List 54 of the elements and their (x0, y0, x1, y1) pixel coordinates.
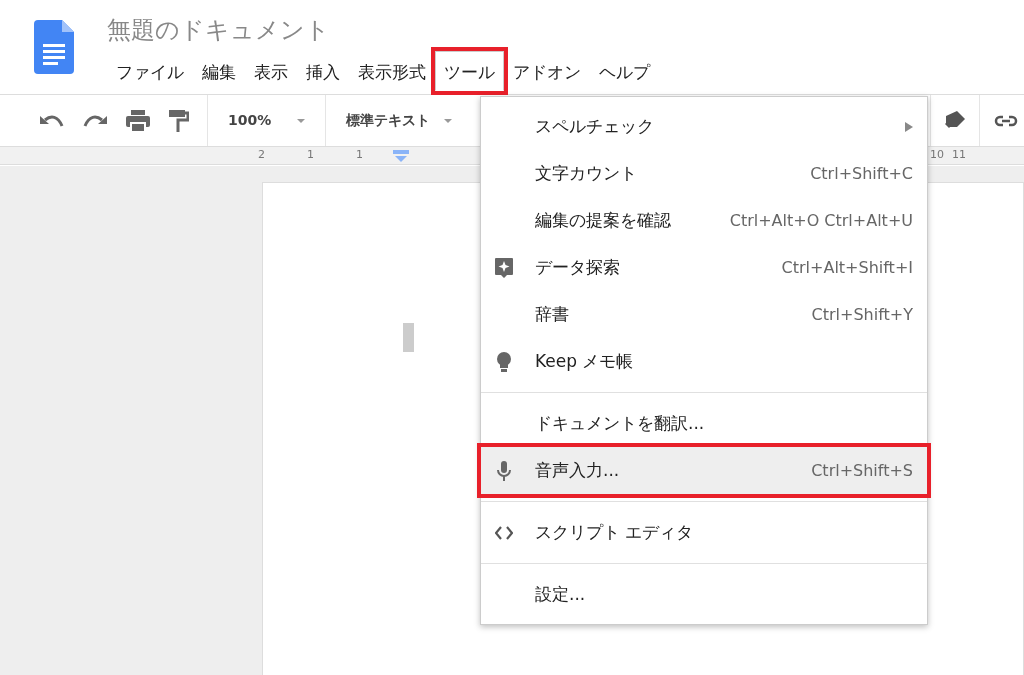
redo-icon[interactable] (83, 113, 107, 128)
menu-item[interactable]: Keep メモ帳 (481, 338, 927, 385)
menu-item-label: Keep メモ帳 (535, 349, 635, 373)
menu-item[interactable]: 文字カウント Ctrl+Shift+C (481, 150, 927, 197)
ruler-number: 10 (930, 147, 944, 164)
menu-item-label: 辞書 (535, 302, 570, 326)
ruler-number: 11 (952, 147, 966, 164)
text-cursor (403, 323, 414, 352)
menu-item-label: 音声入力... (535, 458, 621, 482)
menu-item[interactable]: ドキュメントを翻訳... (481, 400, 927, 447)
menu-tab[interactable]: 表示形式 (349, 51, 435, 91)
menu-item-label: 設定... (535, 582, 587, 606)
keyboard-shortcut: Ctrl+Shift+C (810, 162, 913, 185)
menu-item-label: スクリプト エディタ (535, 520, 695, 544)
menu-item[interactable]: 辞書 Ctrl+Shift+Y (481, 291, 927, 338)
menu-tab[interactable]: 編集 (193, 51, 245, 91)
paint-roller-icon[interactable] (169, 109, 189, 132)
menu-tab[interactable]: 挿入 (297, 51, 349, 91)
menu-item[interactable]: データ探索 Ctrl+Alt+Shift+I (481, 244, 927, 291)
link-icon[interactable] (994, 114, 1018, 127)
menu-item[interactable]: スペルチェック (481, 103, 927, 150)
menu-item-label: 文字カウント (535, 161, 638, 185)
menu-tab[interactable]: ファイル (107, 51, 193, 91)
microphone-icon (495, 460, 513, 481)
menu-item-label: データ探索 (535, 255, 621, 279)
ruler-number: 1 (356, 147, 363, 164)
menu-item-label: スペルチェック (535, 114, 655, 138)
paragraph-style-dropdown[interactable]: 標準テキスト (346, 110, 431, 131)
keyboard-shortcut: Ctrl+Alt+O Ctrl+Alt+U (729, 209, 913, 232)
document-title[interactable]: 無題のドキュメント (107, 12, 659, 48)
explore-icon (495, 257, 513, 278)
menu-tab[interactable]: ツール (435, 51, 504, 91)
ruler-number: 1 (307, 147, 314, 164)
menu-item[interactable]: スクリプト エディタ (481, 509, 927, 556)
keyboard-shortcut: Ctrl+Shift+Y (811, 303, 913, 326)
menu-item-label: ドキュメントを翻訳... (535, 411, 706, 435)
print-icon[interactable] (126, 109, 150, 132)
menu-item-label: 編集の提案を確認 (535, 208, 672, 232)
lightbulb-icon (495, 351, 513, 372)
dropdown-caret-icon (297, 118, 306, 123)
menu-tab[interactable]: アドオン (504, 51, 590, 91)
ruler-number: 2 (258, 147, 265, 164)
zoom-dropdown[interactable]: 100% (228, 110, 272, 131)
menu-item[interactable]: 編集の提案を確認 Ctrl+Alt+O Ctrl+Alt+U (481, 197, 927, 244)
menu-tab[interactable]: ヘルプ (590, 51, 659, 91)
indent-marker-icon[interactable] (393, 150, 409, 162)
keyboard-shortcut: Ctrl+Alt+Shift+I (781, 256, 913, 279)
keyboard-shortcut: Ctrl+Shift+S (811, 459, 913, 482)
undo-icon[interactable] (40, 113, 64, 128)
submenu-arrow-icon (905, 121, 913, 132)
docs-logo-icon[interactable] (33, 20, 74, 74)
dropdown-caret-icon (444, 118, 453, 123)
menu-item[interactable]: 設定... (481, 571, 927, 618)
menu-tab[interactable]: 表示 (245, 51, 297, 91)
